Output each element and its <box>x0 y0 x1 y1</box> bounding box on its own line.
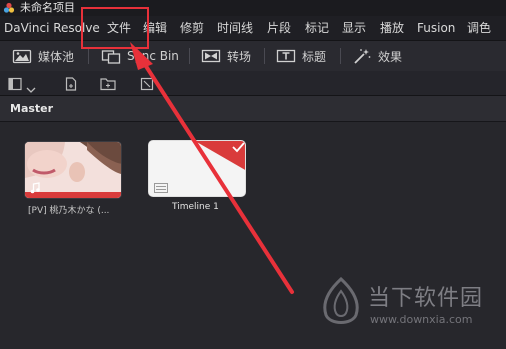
clip-label: [PV] 桃乃木かな (... <box>28 206 110 216</box>
toolbar-divider <box>264 48 265 64</box>
menu-clip[interactable]: 片段 <box>267 16 291 40</box>
effects-label: 效果 <box>378 49 403 64</box>
menu-mark[interactable]: 标记 <box>305 16 329 40</box>
transitions-button[interactable]: 转场 <box>201 41 251 71</box>
watermark-brand: 当下软件园 <box>368 286 484 311</box>
effects-button[interactable]: 效果 <box>352 41 402 71</box>
magic-wand-icon <box>352 48 372 64</box>
menu-timeline[interactable]: 时间线 <box>217 16 253 40</box>
new-file-icon[interactable] <box>64 76 78 95</box>
watermark: 当下软件园 www.downxia.com <box>318 275 498 335</box>
menu-fusion[interactable]: Fusion <box>417 16 455 40</box>
media-pool-bin: [PV] 桃乃木かな (... Timeline 1 当下软件园 www.dow… <box>0 122 506 349</box>
sync-bin-label: Sync Bin <box>127 49 179 63</box>
bin-title: Master <box>10 102 54 115</box>
media-pool-subtoolbar <box>0 71 506 96</box>
window-title: 未命名项目 <box>20 1 75 14</box>
titles-icon <box>276 48 296 64</box>
bin-header: Master <box>0 96 506 122</box>
toolbar-divider <box>88 48 89 64</box>
timeline-label: Timeline 1 <box>172 202 219 212</box>
menu-color[interactable]: 调色 <box>467 16 491 40</box>
music-note-icon <box>30 179 40 198</box>
menu-bar: DaVinci Resolve 文件 编辑 修剪 时间线 片段 标记 显示 播放… <box>0 16 506 40</box>
watermark-url: www.downxia.com <box>370 313 473 326</box>
annotation-highlight-box <box>81 7 149 49</box>
toolbar: 媒体池 Sync Bin 转场 标题 效果 <box>0 40 506 72</box>
titles-label: 标题 <box>302 49 327 64</box>
transitions-icon <box>201 48 221 64</box>
title-bar: 未命名项目 <box>0 0 506 16</box>
sidebar-toggle-icon[interactable] <box>8 76 22 95</box>
menu-playback[interactable]: 播放 <box>380 16 404 40</box>
media-pool-label: 媒体池 <box>38 49 75 64</box>
media-pool-icon <box>12 48 32 64</box>
menu-trim[interactable]: 修剪 <box>180 16 204 40</box>
smart-bin-icon[interactable] <box>140 76 154 95</box>
media-pool-button[interactable]: 媒体池 <box>12 41 74 71</box>
sync-bin-icon <box>101 48 121 64</box>
transitions-label: 转场 <box>227 49 252 64</box>
toolbar-divider <box>189 48 190 64</box>
watermark-logo-icon <box>318 276 364 333</box>
timeline-icon <box>154 178 168 197</box>
toolbar-divider <box>340 48 341 64</box>
new-bin-icon[interactable] <box>100 76 116 95</box>
titles-button[interactable]: 标题 <box>276 41 326 71</box>
timeline-item[interactable]: Timeline 1 <box>148 140 246 214</box>
menu-view[interactable]: 显示 <box>342 16 366 40</box>
clip-item[interactable]: [PV] 桃乃木かな (... <box>24 141 122 216</box>
davinci-logo-icon <box>3 2 15 14</box>
